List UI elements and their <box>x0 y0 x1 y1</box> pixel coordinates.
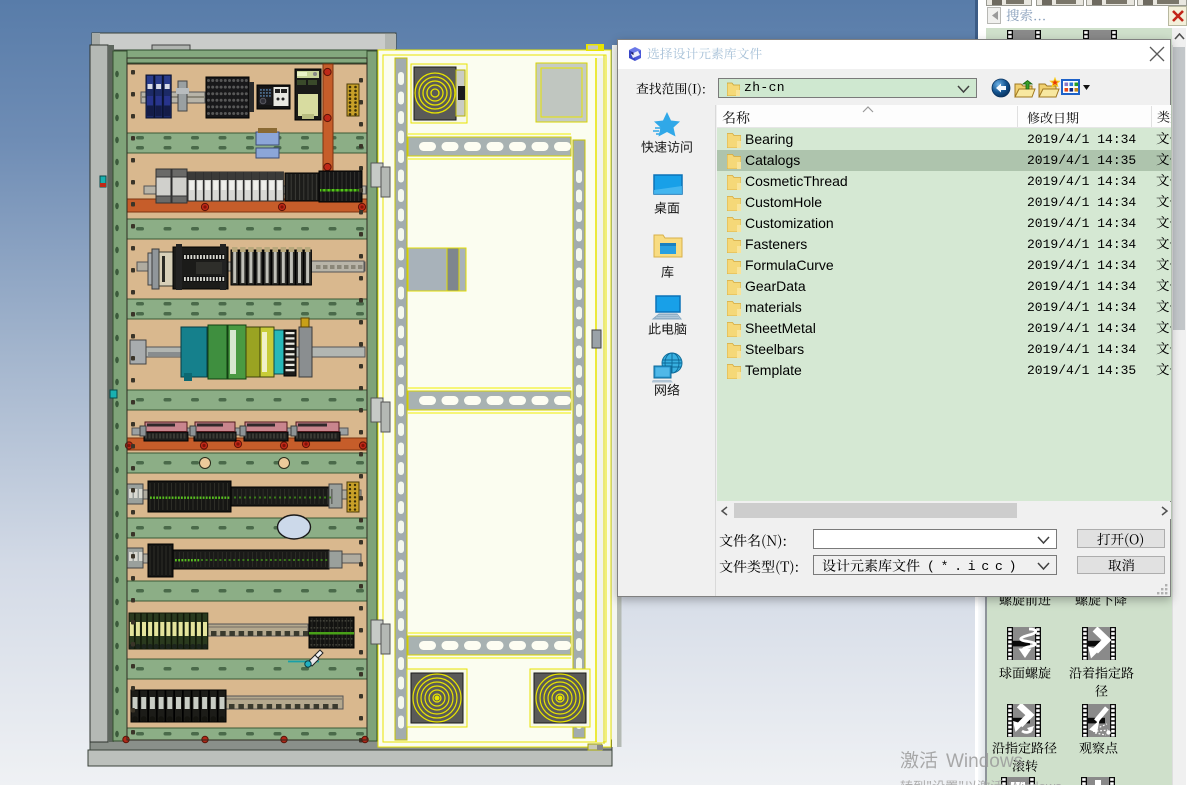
svg-text:Windows: Windows <box>1009 779 1062 785</box>
svg-text:Windows: Windows <box>946 751 1023 772</box>
